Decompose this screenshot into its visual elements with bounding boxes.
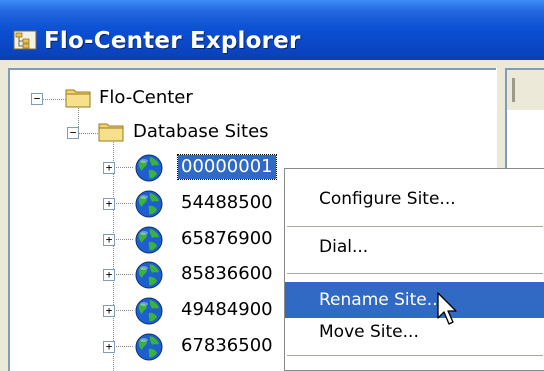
tree-node-flo-center[interactable]: Flo-Center [96,86,196,110]
tree-connector [42,99,66,100]
globe-icon [135,261,163,289]
menu-item-rename-site[interactable]: Rename Site... [285,282,544,318]
tree-connector [113,310,133,311]
menu-item-configure-site[interactable]: Configure Site... [285,181,544,217]
expand-toggle[interactable]: + [103,341,115,353]
explorer-tree-icon [13,30,37,50]
tree-connector [113,203,133,204]
tree-connector [113,239,133,240]
window-title: Flo-Center Explorer [44,28,301,54]
expand-toggle[interactable]: + [103,198,115,210]
menu-item-move-site[interactable]: Move Site... [285,314,544,350]
globe-icon [135,297,163,325]
tree-node-database-sites[interactable]: Database Sites [130,120,272,144]
menu-separator [287,226,543,227]
expand-toggle[interactable]: + [103,269,115,281]
tree-connector [113,142,114,371]
expand-toggle[interactable]: + [103,162,115,174]
expand-toggle[interactable]: + [103,305,115,317]
globe-icon [135,154,163,182]
window-title-bar[interactable]: Flo-Center Explorer [0,0,544,60]
tree-node-site[interactable]: 54488500 [178,191,276,215]
folder-icon [98,123,124,142]
globe-icon [135,226,163,254]
context-menu: Configure Site... Dial... Rename Site...… [284,168,544,371]
tree-node-site[interactable]: 49484900 [178,298,276,322]
expand-toggle[interactable]: + [103,234,115,246]
mouse-pointer-icon [437,292,457,325]
globe-icon [135,333,163,361]
tree-node-site[interactable]: 85836600 [178,262,276,286]
tree-node-site[interactable]: 65876900 [178,227,276,251]
globe-icon [135,190,163,218]
menu-separator [287,273,543,274]
tree-node-site[interactable]: 67836500 [178,334,276,358]
tree-connector [113,274,133,275]
menu-item-dial[interactable]: Dial... [285,229,544,265]
collapse-toggle[interactable]: − [31,93,43,105]
collapse-toggle[interactable]: − [67,127,79,139]
column-header-divider[interactable] [512,78,515,102]
menu-separator [287,355,543,356]
tree-connector [113,346,133,347]
tree-connector [113,167,133,168]
folder-icon [65,89,91,108]
tree-node-site[interactable]: 00000001 [177,154,277,180]
